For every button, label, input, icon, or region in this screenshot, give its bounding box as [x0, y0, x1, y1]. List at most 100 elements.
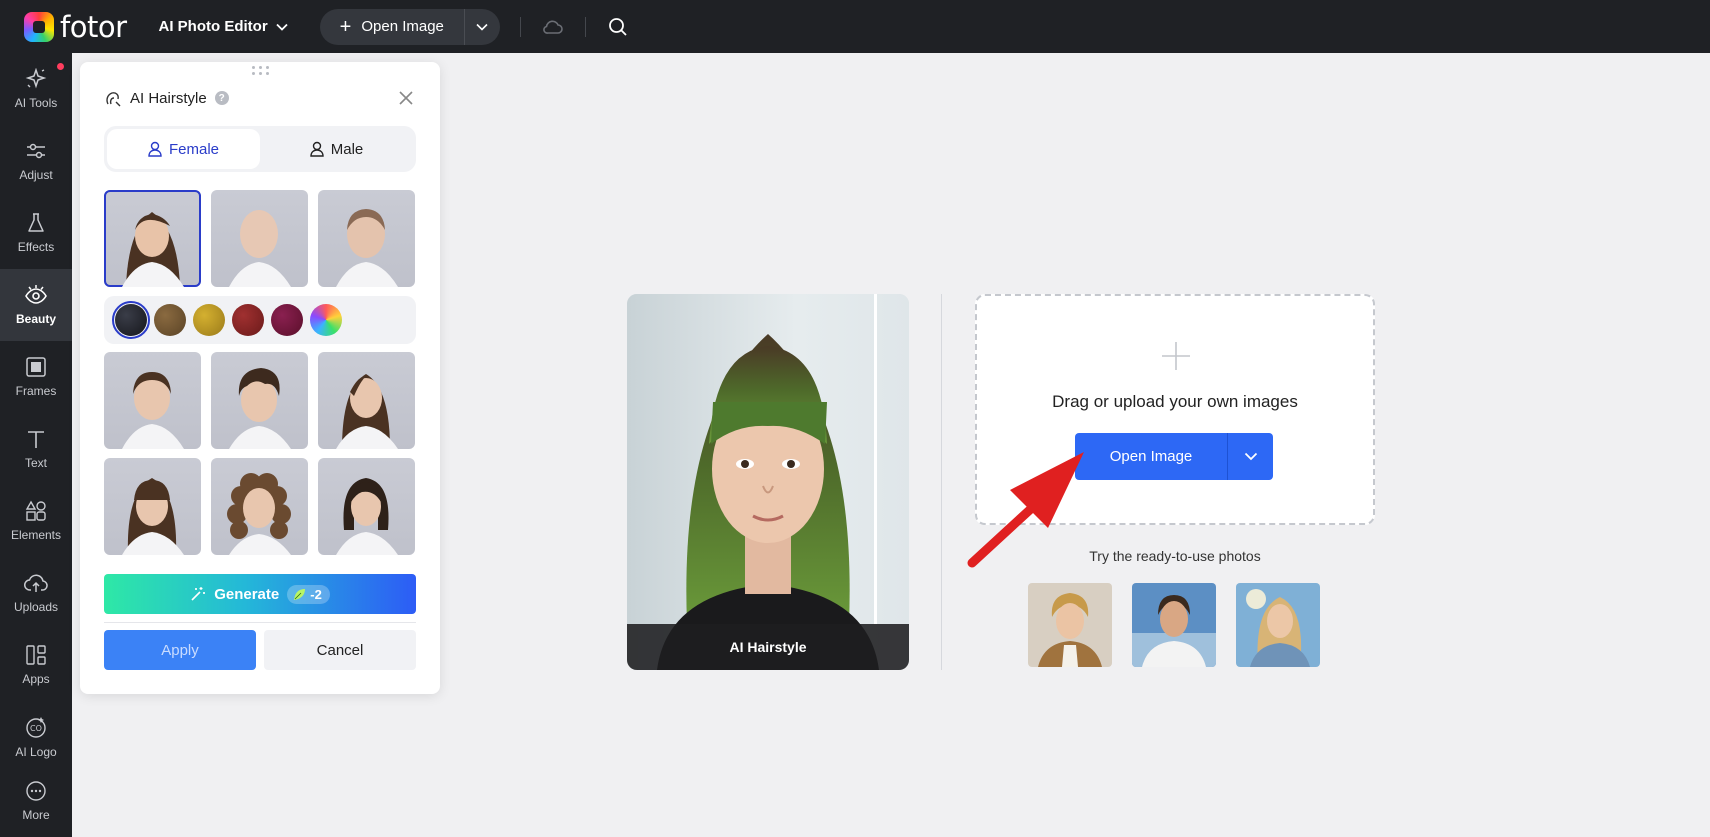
logo-text: fotor — [60, 9, 127, 44]
hair-color-swatch-black[interactable] — [112, 301, 150, 339]
help-icon[interactable]: ? — [214, 91, 229, 105]
sidebar-item-label: Beauty — [15, 312, 56, 326]
hair-color-swatch-brown[interactable] — [154, 304, 186, 336]
upload-instruction: Drag or upload your own images — [1052, 392, 1298, 411]
gender-female-option[interactable]: Female — [107, 129, 260, 169]
chevron-down-icon — [1244, 452, 1257, 461]
sidebar-item-label: Effects — [17, 240, 55, 254]
open-image-button[interactable]: Open Image — [1075, 433, 1227, 480]
sidebar-item-label: Elements — [10, 528, 62, 542]
ready-photos-label: Try the ready-to-use photos — [1089, 548, 1261, 564]
leaf-icon — [294, 588, 306, 600]
sliders-icon — [27, 143, 45, 159]
demo-caption: AI Hairstyle — [627, 624, 909, 670]
sparkle-icon — [25, 68, 47, 89]
sidebar-item-label: AI Logo — [15, 745, 57, 759]
demo-portrait-illustration — [627, 294, 909, 670]
logo-icon: CO — [26, 717, 46, 738]
svg-text:CO: CO — [30, 724, 42, 733]
hairstyle-option-long-straight[interactable] — [318, 352, 415, 449]
hairstyle-option-curly[interactable] — [211, 458, 308, 555]
generate-button[interactable]: Generate -2 — [104, 574, 416, 614]
sidebar-item-uploads[interactable]: Uploads — [0, 557, 72, 629]
panel-divider — [104, 622, 416, 623]
hair-color-swatch-red[interactable] — [232, 304, 264, 336]
apply-button[interactable]: Apply — [104, 630, 256, 670]
sidebar-item-label: More — [22, 808, 50, 822]
ai-hairstyle-demo-image: AI Hairstyle — [627, 294, 909, 670]
sidebar-item-ai-tools[interactable]: AI Tools — [0, 53, 72, 125]
sidebar-item-label: Frames — [15, 384, 57, 398]
gender-female-label: Female — [168, 140, 220, 158]
hairstyle-option-slicked-back[interactable] — [104, 352, 201, 449]
hair-color-swatch-rainbow[interactable] — [310, 304, 342, 336]
open-image-split-button: Open Image — [1075, 433, 1273, 480]
sidebar-item-label: Adjust — [19, 168, 53, 182]
cloud-upload-icon — [24, 574, 48, 592]
credit-cost: -2 — [310, 586, 322, 602]
credit-cost-badge: -2 — [287, 584, 330, 604]
hairstyle-grid-top — [104, 190, 416, 287]
sidebar-item-effects[interactable]: Effects — [0, 197, 72, 269]
chevron-down-icon — [276, 23, 288, 31]
top-open-image-split-button: + Open Image — [319, 8, 500, 45]
fotor-logo[interactable]: fotor — [24, 0, 127, 53]
cancel-button[interactable]: Cancel — [264, 630, 416, 670]
female-user-icon — [148, 141, 162, 157]
gender-male-label: Male — [330, 140, 364, 158]
sidebar-item-label: AI Tools — [14, 96, 58, 110]
panel-header: AI Hairstyle ? — [104, 86, 416, 110]
hair-color-swatches — [104, 296, 416, 344]
sidebar-item-beauty[interactable]: Beauty — [0, 269, 72, 341]
flask-icon — [28, 213, 44, 232]
search-icon[interactable] — [606, 15, 630, 39]
sidebar-item-label: Text — [24, 456, 47, 470]
hairstyle-option-original[interactable] — [104, 190, 201, 287]
toolbar-divider — [519, 16, 521, 37]
eye-icon — [25, 285, 47, 304]
open-image-dropdown[interactable] — [1227, 433, 1273, 480]
shapes-icon — [25, 500, 46, 521]
sidebar-item-text[interactable]: Text — [0, 413, 72, 485]
sidebar-item-elements[interactable]: Elements — [0, 485, 72, 557]
hairstyle-option-buzz-cut[interactable] — [318, 190, 415, 287]
plus-icon: + — [339, 15, 352, 38]
hairstyle-option-bangs[interactable] — [104, 458, 201, 555]
gender-male-option[interactable]: Male — [260, 129, 413, 169]
sidebar-item-apps[interactable]: Apps — [0, 629, 72, 701]
top-open-image-dropdown[interactable] — [463, 8, 500, 45]
sample-photo-2[interactable] — [1132, 583, 1216, 667]
hairstyle-option-pixie[interactable] — [211, 352, 308, 449]
ai-hairstyle-panel: AI Hairstyle ? Female Male Generate -2 A… — [80, 62, 440, 694]
sidebar-item-frames[interactable]: Frames — [0, 341, 72, 413]
sample-photo-1[interactable] — [1028, 583, 1112, 667]
magic-wand-icon — [191, 587, 206, 601]
hairstyle-icon — [106, 92, 121, 107]
sidebar-item-label: Apps — [22, 672, 50, 686]
notification-dot — [57, 63, 64, 70]
toolbar-divider — [584, 16, 586, 37]
sidebar-item-more[interactable]: More — [0, 765, 72, 837]
plus-icon — [1162, 342, 1190, 370]
frame-icon — [26, 357, 46, 377]
hair-color-swatch-golden[interactable] — [193, 304, 225, 336]
gender-toggle: Female Male — [104, 126, 416, 172]
sidebar-item-ai-logo[interactable]: CO AI Logo — [0, 701, 72, 773]
top-bar: fotor AI Photo Editor + Open Image — [0, 0, 1710, 53]
top-open-image-button[interactable]: + Open Image — [320, 9, 464, 45]
text-icon — [28, 431, 44, 448]
sidebar-item-adjust[interactable]: Adjust — [0, 125, 72, 197]
panel-drag-handle[interactable] — [252, 66, 270, 76]
more-icon — [26, 781, 46, 801]
upload-drop-zone[interactable]: Drag or upload your own images Open Imag… — [975, 294, 1375, 525]
editor-mode-label: AI Photo Editor — [158, 18, 268, 35]
sample-photo-3[interactable] — [1236, 583, 1320, 667]
close-icon[interactable] — [396, 88, 416, 108]
cloud-save-icon[interactable] — [541, 15, 565, 39]
hairstyle-option-bald[interactable] — [211, 190, 308, 287]
top-open-image-label: Open Image — [361, 18, 444, 35]
hair-color-swatch-burgundy[interactable] — [271, 304, 303, 336]
editor-mode-dropdown[interactable]: AI Photo Editor — [159, 18, 288, 35]
hairstyle-option-bob[interactable] — [318, 458, 415, 555]
hairstyle-grid — [104, 352, 416, 555]
